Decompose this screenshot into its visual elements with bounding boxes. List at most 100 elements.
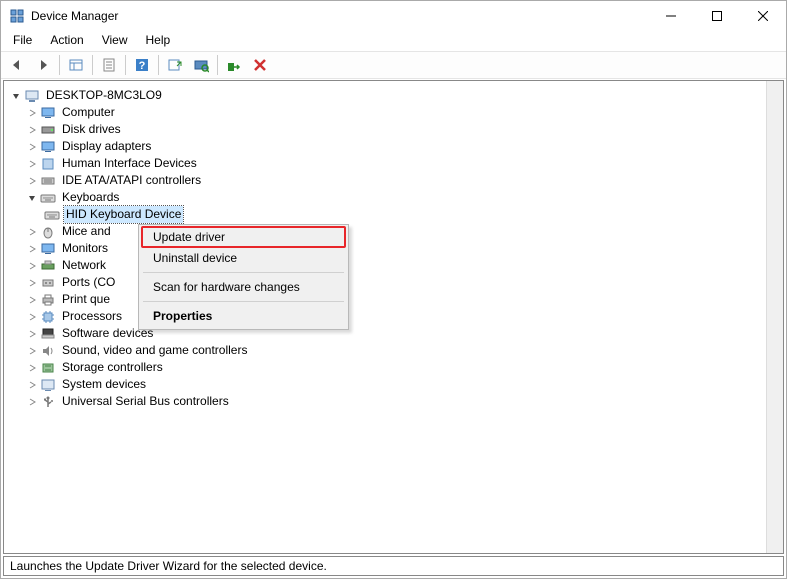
tree-item-system-devices[interactable]: System devices bbox=[8, 376, 779, 393]
tree-item-label: Ports (CO bbox=[60, 274, 117, 291]
window-controls bbox=[648, 1, 786, 31]
tree-item-disk-drives[interactable]: Disk drives bbox=[8, 121, 779, 138]
help-button[interactable]: ? bbox=[130, 54, 154, 76]
monitor-icon bbox=[40, 241, 56, 257]
tree-item-storage[interactable]: Storage controllers bbox=[8, 359, 779, 376]
chevron-down-icon[interactable] bbox=[26, 192, 38, 204]
minimize-button[interactable] bbox=[648, 1, 694, 31]
chevron-right-icon[interactable] bbox=[26, 362, 38, 374]
chevron-right-icon[interactable] bbox=[26, 311, 38, 323]
tree-item-ports[interactable]: Ports (CO bbox=[8, 274, 779, 291]
tree-item-mice[interactable]: Mice and bbox=[8, 223, 779, 240]
chevron-right-icon[interactable] bbox=[26, 396, 38, 408]
back-button[interactable] bbox=[5, 54, 29, 76]
monitor-icon bbox=[40, 105, 56, 121]
chevron-right-icon[interactable] bbox=[26, 277, 38, 289]
toolbar-separator bbox=[125, 55, 126, 75]
context-menu-properties[interactable]: Properties bbox=[141, 305, 346, 327]
chevron-right-icon[interactable] bbox=[26, 345, 38, 357]
mouse-icon bbox=[40, 224, 56, 240]
tree-item-sound[interactable]: Sound, video and game controllers bbox=[8, 342, 779, 359]
disk-icon bbox=[40, 122, 56, 138]
software-icon bbox=[40, 326, 56, 342]
chevron-right-icon[interactable] bbox=[26, 294, 38, 306]
sound-icon bbox=[40, 343, 56, 359]
menu-bar: File Action View Help bbox=[1, 31, 786, 51]
chevron-down-icon[interactable] bbox=[10, 90, 22, 102]
tree-item-usb[interactable]: Universal Serial Bus controllers bbox=[8, 393, 779, 410]
tree-item-keyboards[interactable]: Keyboards bbox=[8, 189, 779, 206]
network-icon bbox=[40, 258, 56, 274]
scan-hardware-button[interactable] bbox=[189, 54, 213, 76]
menu-view[interactable]: View bbox=[94, 31, 136, 49]
chevron-right-icon[interactable] bbox=[26, 158, 38, 170]
tree-item-ide[interactable]: IDE ATA/ATAPI controllers bbox=[8, 172, 779, 189]
chevron-right-icon[interactable] bbox=[26, 260, 38, 272]
chevron-right-icon[interactable] bbox=[26, 141, 38, 153]
device-tree[interactable]: DESKTOP-8MC3LO9 Computer Disk drives Dis… bbox=[4, 81, 783, 416]
context-menu-update-driver[interactable]: Update driver bbox=[141, 226, 346, 248]
tree-item-processors[interactable]: Processors bbox=[8, 308, 779, 325]
tree-item-label: HID Keyboard Device bbox=[64, 206, 183, 223]
tree-root-label: DESKTOP-8MC3LO9 bbox=[44, 87, 164, 104]
menu-help[interactable]: Help bbox=[138, 31, 179, 49]
tree-item-label: Monitors bbox=[60, 240, 110, 257]
tree-item-label: Computer bbox=[60, 104, 117, 121]
tree-item-label: Human Interface Devices bbox=[60, 155, 199, 172]
tree-item-hid[interactable]: Human Interface Devices bbox=[8, 155, 779, 172]
hid-icon bbox=[40, 156, 56, 172]
app-icon bbox=[9, 8, 25, 24]
toolbar-separator bbox=[92, 55, 93, 75]
tree-item-software-devices[interactable]: Software devices bbox=[8, 325, 779, 342]
window-title: Device Manager bbox=[31, 9, 118, 23]
device-tree-panel: DESKTOP-8MC3LO9 Computer Disk drives Dis… bbox=[3, 80, 784, 554]
tree-item-network[interactable]: Network bbox=[8, 257, 779, 274]
tree-item-print-queues[interactable]: Print que bbox=[8, 291, 779, 308]
tree-item-monitors[interactable]: Monitors bbox=[8, 240, 779, 257]
chevron-right-icon[interactable] bbox=[26, 328, 38, 340]
chevron-right-icon[interactable] bbox=[26, 175, 38, 187]
ide-icon bbox=[40, 173, 56, 189]
toolbar: ? bbox=[1, 51, 786, 79]
menu-file[interactable]: File bbox=[5, 31, 40, 49]
show-hide-tree-button[interactable] bbox=[64, 54, 88, 76]
keyboard-icon bbox=[40, 190, 56, 206]
tree-root[interactable]: DESKTOP-8MC3LO9 bbox=[8, 87, 779, 104]
enable-device-button[interactable] bbox=[222, 54, 246, 76]
close-button[interactable] bbox=[740, 1, 786, 31]
forward-button[interactable] bbox=[31, 54, 55, 76]
menu-action[interactable]: Action bbox=[42, 31, 91, 49]
cpu-icon bbox=[40, 309, 56, 325]
context-menu-separator bbox=[143, 272, 344, 273]
toolbar-separator bbox=[217, 55, 218, 75]
chevron-right-icon[interactable] bbox=[26, 243, 38, 255]
tree-item-label: Disk drives bbox=[60, 121, 123, 138]
tree-item-label: Universal Serial Bus controllers bbox=[60, 393, 231, 410]
context-menu-uninstall-device[interactable]: Uninstall device bbox=[141, 247, 346, 269]
context-menu-separator bbox=[143, 301, 344, 302]
tree-item-label: Network bbox=[60, 257, 108, 274]
monitor-icon bbox=[40, 139, 56, 155]
tree-item-label: IDE ATA/ATAPI controllers bbox=[60, 172, 203, 189]
uninstall-device-button[interactable] bbox=[248, 54, 272, 76]
context-menu-scan-hardware[interactable]: Scan for hardware changes bbox=[141, 276, 346, 298]
tree-item-label: Sound, video and game controllers bbox=[60, 342, 249, 359]
chevron-right-icon[interactable] bbox=[26, 124, 38, 136]
chevron-right-icon[interactable] bbox=[26, 107, 38, 119]
tree-item-computer[interactable]: Computer bbox=[8, 104, 779, 121]
properties-button[interactable] bbox=[97, 54, 121, 76]
tree-item-label: Storage controllers bbox=[60, 359, 165, 376]
tree-item-hid-keyboard[interactable]: HID Keyboard Device bbox=[8, 206, 779, 223]
tree-item-label: Processors bbox=[60, 308, 124, 325]
computer-icon bbox=[24, 88, 40, 104]
tree-item-label: Mice and bbox=[60, 223, 113, 240]
ports-icon bbox=[40, 275, 56, 291]
title-bar: Device Manager bbox=[1, 1, 786, 31]
tree-item-label: Display adapters bbox=[60, 138, 153, 155]
vertical-scrollbar[interactable] bbox=[766, 81, 783, 553]
chevron-right-icon[interactable] bbox=[26, 379, 38, 391]
action-button[interactable] bbox=[163, 54, 187, 76]
chevron-right-icon[interactable] bbox=[26, 226, 38, 238]
maximize-button[interactable] bbox=[694, 1, 740, 31]
tree-item-display-adapters[interactable]: Display adapters bbox=[8, 138, 779, 155]
